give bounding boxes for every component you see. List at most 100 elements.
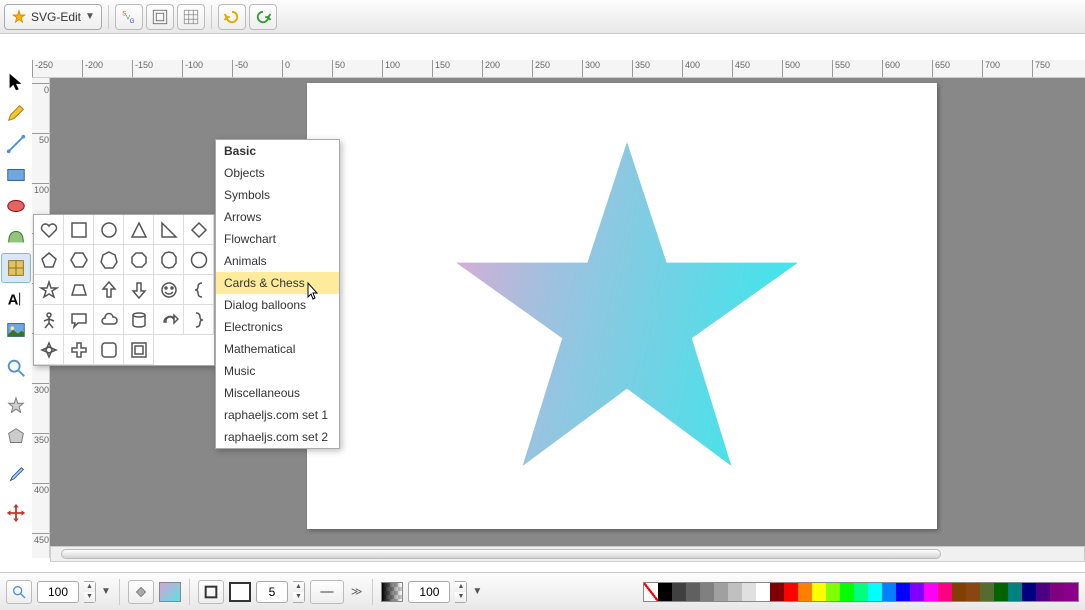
palette-color[interactable] (1036, 583, 1050, 601)
palette-color[interactable] (686, 583, 700, 601)
horizontal-scrollbar[interactable] (50, 546, 1085, 562)
stroke-style-button[interactable] (310, 580, 344, 604)
shape-square[interactable] (64, 215, 94, 245)
palette-color[interactable] (854, 583, 868, 601)
undo-button[interactable] (218, 4, 246, 30)
scrollbar-thumb[interactable] (61, 549, 941, 559)
shape-pentagon[interactable] (34, 245, 64, 275)
shape-smiley[interactable] (154, 275, 184, 305)
shape-library-tool[interactable] (1, 253, 31, 283)
palette-color[interactable] (672, 583, 686, 601)
shape-hexagon[interactable] (64, 245, 94, 275)
category-flowchart[interactable]: Flowchart (216, 228, 339, 250)
zoom-button[interactable] (6, 580, 32, 604)
palette-color[interactable] (658, 583, 672, 601)
palette-color[interactable] (994, 583, 1008, 601)
shape-speech-bubble[interactable] (64, 305, 94, 335)
stroke-width-input[interactable] (256, 581, 288, 603)
grid-button[interactable] (177, 4, 205, 30)
zoom-tool[interactable] (1, 353, 31, 383)
shape-stick-figure[interactable] (34, 305, 64, 335)
shape-dodecagon[interactable] (184, 245, 214, 275)
shape-octagon[interactable] (124, 245, 154, 275)
palette-color[interactable] (798, 583, 812, 601)
category-music[interactable]: Music (216, 360, 339, 382)
category-miscellaneous[interactable]: Miscellaneous (216, 382, 339, 404)
eyedropper-tool[interactable] (1, 460, 31, 490)
opacity-swatch[interactable] (381, 582, 403, 602)
shape-septagon[interactable] (94, 245, 124, 275)
fill-color-swatch[interactable] (159, 582, 181, 602)
stroke-tool-button[interactable] (198, 580, 224, 604)
palette-color[interactable] (714, 583, 728, 601)
select-tool[interactable] (1, 67, 31, 97)
shape-rounded-square[interactable] (94, 335, 124, 365)
image-tool[interactable] (1, 315, 31, 345)
palette-color[interactable] (1050, 583, 1064, 601)
shape-left-brace[interactable] (184, 275, 214, 305)
opacity-spinner[interactable]: ▲▼ (455, 581, 467, 603)
palette-color[interactable] (910, 583, 924, 601)
move-tool[interactable] (1, 498, 31, 528)
zoom-dropdown[interactable]: ▼ (101, 586, 111, 597)
fill-tool-button[interactable] (128, 580, 154, 604)
palette-color[interactable] (1022, 583, 1036, 601)
palette-color[interactable] (1064, 583, 1078, 601)
star-tool[interactable] (1, 391, 31, 421)
stroke-color-swatch[interactable] (229, 582, 251, 602)
ellipse-tool[interactable] (1, 191, 31, 221)
palette-color[interactable] (840, 583, 854, 601)
wireframe-button[interactable] (146, 4, 174, 30)
zoom-spinner[interactable]: ▲▼ (84, 581, 96, 603)
shape-circle[interactable] (94, 215, 124, 245)
opacity-input[interactable] (408, 581, 450, 603)
category-animals[interactable]: Animals (216, 250, 339, 272)
svg-canvas[interactable] (307, 83, 937, 529)
category-mathematical[interactable]: Mathematical (216, 338, 339, 360)
main-menu-button[interactable]: SVG-Edit ▼ (4, 4, 102, 30)
palette-color[interactable] (1008, 583, 1022, 601)
shape-arrow-up[interactable] (94, 275, 124, 305)
shape-diamond[interactable] (184, 215, 214, 245)
shape-triangle[interactable] (124, 215, 154, 245)
palette-color[interactable] (966, 583, 980, 601)
category-dialog-balloons[interactable]: Dialog balloons (216, 294, 339, 316)
category-raphaeljs-com-set-2[interactable]: raphaeljs.com set 2 (216, 426, 339, 448)
shape-diamond-4[interactable] (34, 335, 64, 365)
redo-button[interactable] (249, 4, 277, 30)
palette-color[interactable] (938, 583, 952, 601)
shape-cylinder[interactable] (124, 305, 154, 335)
shape-turn-arrow[interactable] (154, 305, 184, 335)
palette-color[interactable] (882, 583, 896, 601)
palette-color[interactable] (896, 583, 910, 601)
shape-heart[interactable] (34, 215, 64, 245)
category-cards-chess[interactable]: Cards & Chess (216, 272, 339, 294)
palette-color[interactable] (756, 583, 770, 601)
shape-cloud[interactable] (94, 305, 124, 335)
shape-right-brace[interactable] (184, 305, 214, 335)
category-arrows[interactable]: Arrows (216, 206, 339, 228)
category-raphaeljs-com-set-1[interactable]: raphaeljs.com set 1 (216, 404, 339, 426)
shape-frame[interactable] (124, 335, 154, 365)
palette-color[interactable] (770, 583, 784, 601)
rect-tool[interactable] (1, 160, 31, 190)
palette-color[interactable] (700, 583, 714, 601)
path-tool[interactable] (1, 222, 31, 252)
palette-none[interactable] (644, 583, 658, 601)
palette-color[interactable] (952, 583, 966, 601)
palette-color[interactable] (742, 583, 756, 601)
palette-color[interactable] (826, 583, 840, 601)
line-tool[interactable] (1, 129, 31, 159)
shape-right-triangle[interactable] (154, 215, 184, 245)
palette-color[interactable] (980, 583, 994, 601)
shape-arrow-down[interactable] (124, 275, 154, 305)
shape-decagon[interactable] (154, 245, 184, 275)
star-shape-object[interactable] (447, 133, 807, 493)
category-basic[interactable]: Basic (216, 140, 339, 162)
shape-star[interactable] (34, 275, 64, 305)
category-symbols[interactable]: Symbols (216, 184, 339, 206)
pencil-tool[interactable] (1, 98, 31, 128)
palette-color[interactable] (812, 583, 826, 601)
palette-color[interactable] (784, 583, 798, 601)
text-tool[interactable]: A (1, 284, 31, 314)
